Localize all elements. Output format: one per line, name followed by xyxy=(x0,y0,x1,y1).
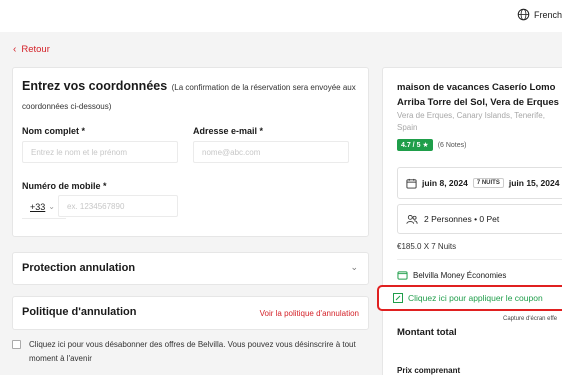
chevron-down-icon[interactable]: ⌄ xyxy=(350,262,358,273)
wallet-icon xyxy=(397,271,408,280)
divider xyxy=(397,259,562,260)
guests-value: 2 Personnes • 0 Pet xyxy=(424,214,500,224)
chevron-down-icon: ⌄ xyxy=(48,202,55,211)
unsubscribe-checkbox[interactable] xyxy=(12,340,21,349)
view-policy-link[interactable]: Voir la politique d'annulation xyxy=(260,309,359,318)
cancellation-protection-card[interactable]: Protection annulation ⌄ xyxy=(12,252,369,285)
capture-note: Capture d'écran effe xyxy=(503,316,558,322)
includes-label: Prix comprenant xyxy=(397,366,461,375)
chevron-left-icon: ‹ xyxy=(13,43,17,55)
check-out-date: juin 15, 2024 xyxy=(508,178,560,188)
mobile-input[interactable] xyxy=(58,195,178,217)
booking-summary-card: maison de vacances Caserío Lomo Arriba T… xyxy=(377,67,562,375)
coupon-icon xyxy=(393,293,403,303)
full-name-label: Nom complet * xyxy=(22,126,86,136)
globe-icon xyxy=(517,8,530,21)
nights-badge: 7 NUITS xyxy=(472,178,504,188)
contact-details-card: Entrez vos coordonnées (La confirmation … xyxy=(12,67,369,237)
price-per-night-line: €185.0 X 7 Nuits xyxy=(397,242,457,251)
property-location: Vera de Erques, Canary Islands, Tenerife… xyxy=(397,111,545,132)
rating-notes: (6 Notes) xyxy=(437,141,467,149)
email-input[interactable] xyxy=(193,141,349,163)
back-label: Retour xyxy=(21,44,50,55)
cancellation-policy-card: Politique d'annulation Voir la politique… xyxy=(12,296,369,330)
calendar-icon xyxy=(406,178,417,189)
mobile-label: Numéro de mobile * xyxy=(22,181,107,191)
country-code-value: +33 xyxy=(30,201,46,212)
contact-heading: Entrez vos coordonnées (La confirmation … xyxy=(22,77,362,115)
protection-title: Protection annulation xyxy=(22,262,136,274)
dates-selector[interactable]: juin 8, 2024 7 NUITS juin 15, 2024 xyxy=(397,167,562,199)
unsubscribe-row: Cliquez ici pour vous désabonner des off… xyxy=(12,338,369,366)
full-name-input[interactable] xyxy=(22,141,178,163)
top-bar: French xyxy=(0,0,562,32)
language-selector[interactable]: French xyxy=(517,8,562,21)
check-in-date: juin 8, 2024 xyxy=(422,178,468,188)
rating-badge: 4.7 / 5 ★ xyxy=(397,139,433,151)
apply-coupon-button[interactable]: Cliquez ici pour appliquer le coupon xyxy=(377,285,562,311)
language-label: French xyxy=(533,9,562,20)
email-label: Adresse e-mail * xyxy=(193,126,264,136)
property-title: maison de vacances Caserío Lomo Arriba T… xyxy=(397,82,559,108)
guests-selector[interactable]: 2 Personnes • 0 Pet xyxy=(397,204,562,234)
rating: 4.7 / 5 ★ (6 Notes) xyxy=(397,139,466,151)
back-link[interactable]: ‹ Retour xyxy=(13,44,50,55)
people-icon xyxy=(406,214,418,224)
total-label: Montant total xyxy=(397,327,457,338)
coupon-label: Cliquez ici pour appliquer le coupon xyxy=(408,293,543,303)
economies-row: Belvilla Money Économies xyxy=(397,270,506,280)
policy-title: Politique d'annulation xyxy=(22,306,137,318)
economies-label: Belvilla Money Économies xyxy=(413,270,507,280)
contact-title: Entrez vos coordonnées xyxy=(22,79,168,93)
unsubscribe-text: Cliquez ici pour vous désabonner des off… xyxy=(29,340,356,363)
